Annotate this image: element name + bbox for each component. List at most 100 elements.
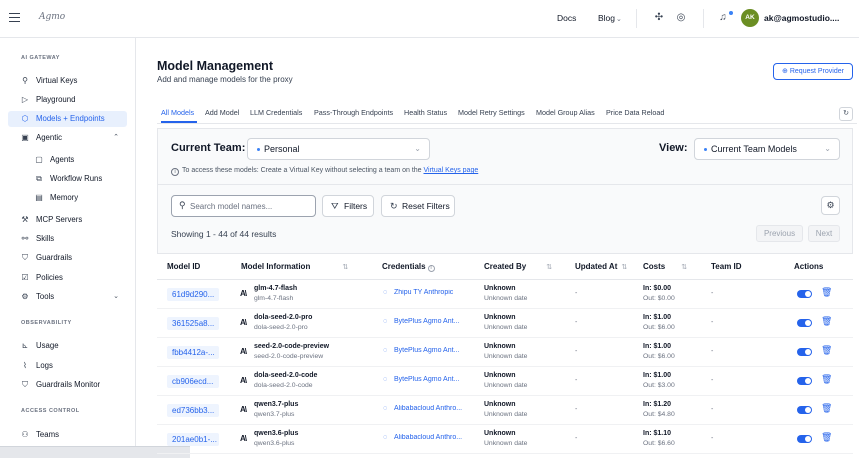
created-date: Unknown date [484,295,528,302]
github-icon[interactable]: ◎ [673,10,689,26]
model-id-link[interactable]: fbb4412a-... [167,346,219,359]
notification-dot [729,11,733,15]
filters-button[interactable]: ⛛ Filters [322,195,374,217]
team-select[interactable]: Personal ⌄ [247,138,430,160]
chevron-down-icon: ⌄ [616,16,622,23]
sidebar-item-tools[interactable]: ⚙ Tools ⌄ [8,289,127,305]
cost-out: Out: $4.80 [643,411,675,418]
tab-model-group-alias[interactable]: Model Group Alias [536,108,595,117]
policy-icon: ☑ [21,273,29,282]
model-id-link[interactable]: 61d9d290... [167,288,219,301]
model-name: dola-seed-2.0-code [254,372,318,379]
model-id-link[interactable]: 361525a8... [167,317,219,330]
sidebar-item-guardrails[interactable]: ⛉ Guardrails [8,250,127,266]
tab-pass-through-endpoints[interactable]: Pass-Through Endpoints [314,108,393,117]
tab-model-retry-settings[interactable]: Model Retry Settings [458,108,525,117]
credential-link[interactable]: BytePlus Agmo Ant... [394,347,466,354]
sidebar-item-skills[interactable]: ⚯ Skills [8,231,127,247]
trash-icon[interactable]: 🗑 [821,287,832,298]
sidebar-item-agentic[interactable]: ▣ Agentic ⌃ [8,130,127,146]
logs-icon: ⌇ [23,361,27,370]
view-select[interactable]: Current Team Models ⌄ [694,138,840,160]
provider-icon: A\ [240,376,247,385]
tab-health-status[interactable]: Health Status [404,108,447,117]
teams-icon: ⚇ [21,430,29,439]
credential-link[interactable]: BytePlus Agmo Ant... [394,318,466,325]
section-label-access-control: ACCESS CONTROL [21,408,80,414]
column-header-updated-at[interactable]: Updated At ⇅ [575,262,627,271]
tab-bar: All Models Add Model LLM Credentials Pas… [157,104,857,124]
cost-in: In: $1.00 [643,343,672,350]
model-id-link[interactable]: 201ae0b1-... [167,433,219,446]
avatar[interactable]: AK [741,9,759,27]
model-subname: qwen3.6-plus [254,440,295,447]
previous-button[interactable]: Previous [756,225,803,242]
search-input[interactable] [190,199,312,213]
column-header-created-by[interactable]: Created By ⇅ [484,262,552,271]
model-id-link[interactable]: ed736bb3... [167,404,219,417]
request-provider-button[interactable]: ⊕ Request Provider [773,63,853,80]
sidebar-item-workflow-runs[interactable]: ⧉ Workflow Runs [8,171,127,187]
settings-icon[interactable]: ⚙ [821,196,840,215]
sidebar-item-models-endpoints[interactable]: ⬡ Models + Endpoints [8,111,127,127]
enable-toggle[interactable] [797,319,812,327]
filter-icon: ⛛ [331,201,339,211]
menu-icon[interactable] [9,13,20,23]
credential-link[interactable]: Zhipu TY Anthropic [394,289,466,296]
column-header-model-information[interactable]: Model Information ⇅ [241,262,348,271]
virtual-keys-link[interactable]: Virtual Keys page [424,167,479,174]
credential-link[interactable]: BytePlus Agmo Ant... [394,376,466,383]
reset-filters-button[interactable]: ↻ Reset Filters [381,195,455,217]
sidebar-item-logs[interactable]: ⌇ Logs [8,358,127,374]
sidebar-item-virtual-keys[interactable]: ⚲ Virtual Keys [8,73,127,89]
sidebar-item-policies[interactable]: ☑ Policies [8,270,127,286]
tab-price-data-reload[interactable]: Price Data Reload [606,108,664,117]
created-date: Unknown date [484,382,528,389]
top-bar: Agmo Docs Blog⌄ ✣ ◎ ♫ AK ak@agmostudio..… [0,0,859,38]
sidebar-item-guardrails-monitor[interactable]: ⛉ Guardrails Monitor [8,377,127,393]
sidebar-item-teams[interactable]: ⚇ Teams [8,427,127,443]
column-header-credentials[interactable]: Credentials i [382,262,435,272]
model-id-link[interactable]: cb906ecd... [167,375,219,388]
trash-icon[interactable]: 🗑 [821,403,832,414]
trash-icon[interactable]: 🗑 [821,374,832,385]
enable-toggle[interactable] [797,435,812,443]
user-email[interactable]: ak@agmostudio.... [764,13,839,23]
model-subname: glm-4.7-flash [254,295,294,302]
blog-menu[interactable]: Blog⌄ [598,13,622,23]
sidebar-item-mcp-servers[interactable]: ⚒ MCP Servers [8,212,127,228]
credential-link[interactable]: Alibabacloud Anthro... [394,434,466,441]
enable-toggle[interactable] [797,406,812,414]
enable-toggle[interactable] [797,348,812,356]
enable-toggle[interactable] [797,290,812,298]
sidebar-item-playground[interactable]: ▷ Playground [8,92,127,108]
chevron-down-icon: ⌄ [113,293,119,300]
trash-icon[interactable]: 🗑 [821,432,832,443]
sidebar-item-memory[interactable]: ▤ Memory [8,190,127,206]
docs-link[interactable]: Docs [557,13,576,23]
column-header-model-id[interactable]: Model ID [167,262,200,271]
sidebar-item-label: Logs [36,361,53,370]
chevron-down-icon: ⌄ [824,144,831,153]
column-header-team-id[interactable]: Team ID [711,262,742,271]
next-button[interactable]: Next [808,225,840,242]
slack-icon[interactable]: ✣ [651,10,667,26]
sidebar-item-agents[interactable]: ▢ Agents [8,152,127,168]
credential-link[interactable]: Alibabacloud Anthro... [394,405,466,412]
trash-icon[interactable]: 🗑 [821,345,832,356]
results-count: Showing 1 - 44 of 44 results [171,229,277,239]
created-by: Unknown [484,372,516,379]
tab-llm-credentials[interactable]: LLM Credentials [250,108,302,117]
created-date: Unknown date [484,411,528,418]
reset-icon: ↻ [390,201,398,211]
sync-icon: ◌ [383,434,388,441]
logo[interactable]: Agmo [39,12,65,22]
sidebar-item-usage[interactable]: ⊾ Usage [8,338,127,354]
refresh-icon[interactable]: ↻ [839,107,853,121]
column-header-costs[interactable]: Costs ⇅ [643,262,687,271]
tab-all-models[interactable]: All Models [161,108,194,117]
trash-icon[interactable]: 🗑 [821,316,832,327]
tab-add-model[interactable]: Add Model [205,108,239,117]
model-name: qwen3.6-plus [254,430,299,437]
enable-toggle[interactable] [797,377,812,385]
